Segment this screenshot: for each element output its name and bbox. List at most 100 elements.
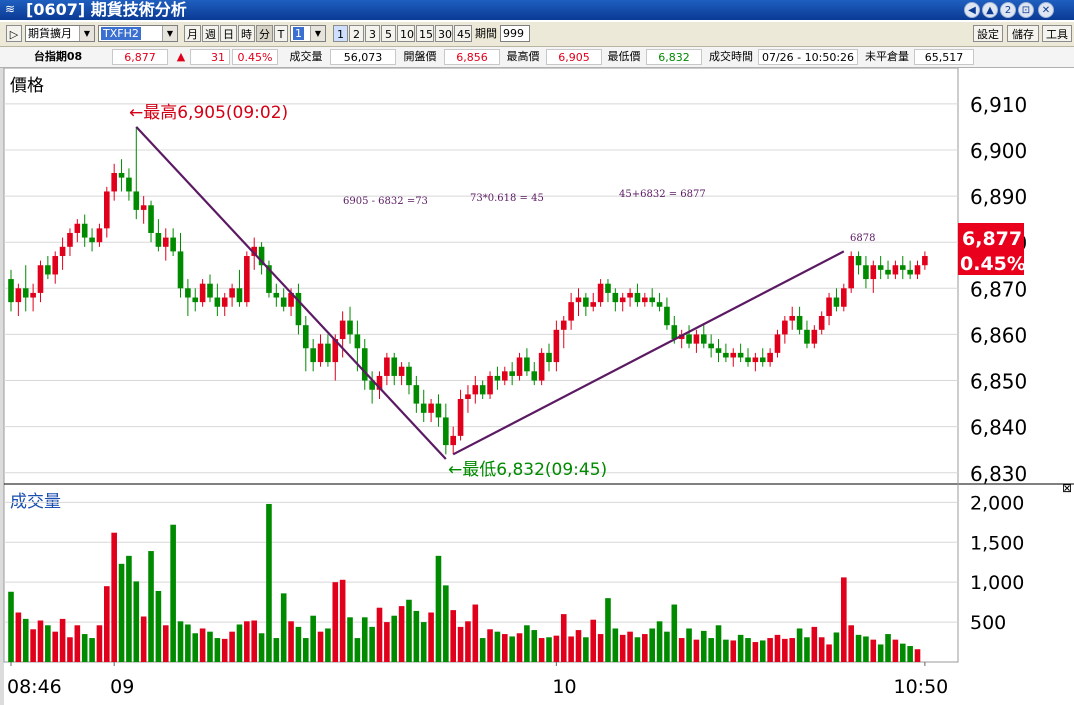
minute-45-button[interactable]: 45 (454, 25, 472, 42)
volume-bar (538, 638, 545, 662)
candle-body (501, 371, 508, 381)
time-tick-label: 10:50 (893, 676, 948, 698)
period-week-button[interactable]: 週 (202, 25, 219, 42)
quote-price: 6,877 (112, 49, 168, 65)
volume-value: 56,073 (330, 49, 396, 65)
count-label: 期間 (475, 27, 497, 40)
volume-bar (575, 630, 582, 662)
help-window-button[interactable]: 2 (1000, 2, 1016, 18)
candle-body (303, 325, 309, 349)
candle-body (708, 343, 714, 349)
close-window-button[interactable]: ✕ (1038, 2, 1054, 18)
candle-body (192, 297, 199, 303)
symbol-select[interactable]: TXFH2 ▼ (98, 25, 178, 42)
save-button[interactable]: 儲存 (1007, 25, 1039, 42)
minute-15-button[interactable]: 15 (416, 25, 434, 42)
settings-button[interactable]: 設定 (973, 25, 1003, 42)
minute-2-button[interactable]: 2 (349, 25, 364, 42)
volume-bar (546, 637, 552, 662)
time-tick-label: 09 (110, 676, 134, 698)
period-minute-button[interactable]: 分 (256, 25, 273, 42)
volume-bar (914, 649, 921, 662)
volume-bar (192, 633, 199, 662)
period-hour-button[interactable]: 時 (238, 25, 255, 42)
candle-body (104, 191, 110, 229)
interval-select[interactable]: 1 ▼ (290, 25, 326, 42)
volume-bar (347, 617, 353, 662)
candle-body (516, 357, 523, 376)
restore-window-button[interactable]: ⊡ (1018, 2, 1034, 18)
volume-bar (899, 643, 906, 662)
candle-body (524, 357, 530, 372)
volume-bar (435, 555, 442, 662)
quote-bar: 台指期08 6,877 ▲ 31 0.45% 成交量 56,073 開盤價 6,… (0, 47, 1074, 68)
volume-bar (568, 636, 574, 662)
candle-body (199, 283, 206, 303)
product-select-value: 期貨擴月 (28, 27, 72, 40)
candle-body (236, 288, 243, 303)
candle-body (398, 366, 405, 376)
back-window-button[interactable]: ◀ (964, 2, 980, 18)
volume-bar (229, 631, 235, 662)
toolbar: ▷ 期貨擴月 ▼ TXFH2 ▼ 月 週 日 時 分 T 1 ▼ 1 2 3 5… (0, 22, 1074, 47)
price-chart[interactable]: 價格 成交量 ←最高6,905(09:02) ←最低6,832(09:45) 6… (0, 68, 1074, 705)
candle-body (67, 232, 73, 247)
candle-body (796, 315, 803, 330)
price-tick-label: 6,860 (970, 323, 1027, 347)
candle-body (413, 385, 420, 404)
candle-body (435, 403, 442, 418)
tools-button[interactable]: 工具 (1042, 25, 1072, 42)
low-annotation: ←最低6,832(09:45) (448, 460, 607, 480)
candle-body (560, 320, 567, 330)
volume-bar (361, 617, 368, 662)
product-select[interactable]: 期貨擴月 ▼ (25, 25, 95, 42)
volume-bar (89, 638, 95, 662)
minute-5-button[interactable]: 5 (381, 25, 396, 42)
volume-bar (774, 634, 781, 662)
volume-bar (22, 618, 29, 662)
candle-body (737, 352, 744, 358)
count-input[interactable]: 999 (500, 25, 530, 42)
volume-bar (767, 638, 773, 662)
volume-bar (612, 628, 619, 662)
period-tick-button[interactable]: T (274, 25, 288, 42)
candle-body (848, 256, 854, 289)
volume-bar (443, 585, 449, 662)
candle-body (89, 237, 95, 243)
volume-bar (339, 579, 346, 662)
minute-1-button[interactable]: 1 (333, 25, 348, 42)
minute-10-button[interactable]: 10 (397, 25, 415, 42)
up-window-button[interactable]: ▲ (982, 2, 998, 18)
candle-body (325, 343, 331, 363)
open-value: 6,856 (444, 49, 500, 65)
interval-select-value: 1 (293, 27, 304, 40)
volume-bar (295, 626, 302, 662)
volume-bar (634, 637, 641, 662)
volume-bar (74, 625, 81, 662)
candle-body (354, 334, 361, 349)
volume-bar (605, 598, 611, 662)
minute-30-button[interactable]: 30 (435, 25, 453, 42)
candle-body (612, 292, 619, 303)
period-day-button[interactable]: 日 (220, 25, 237, 42)
volume-bar (8, 591, 14, 662)
open-interest-value: 65,517 (914, 49, 974, 65)
price-tick-label: 6,870 (970, 277, 1027, 301)
volume-bar (700, 630, 707, 662)
candle-body (693, 334, 700, 344)
minute-3-button[interactable]: 3 (365, 25, 380, 42)
volume-bar (162, 625, 169, 662)
period-month-button[interactable]: 月 (184, 25, 201, 42)
candle-body (487, 375, 493, 395)
quote-change-pct: 0.45% (232, 49, 278, 65)
volume-bar (177, 621, 184, 662)
volume-bar (148, 551, 154, 662)
play-icon[interactable]: ▷ (6, 25, 22, 42)
candle-body (148, 205, 154, 233)
close-icon[interactable]: ⊠ (1062, 481, 1072, 495)
volume-bar (671, 604, 678, 662)
calc-fib-annotation: 73*0.618 = 45 (470, 193, 544, 204)
volume-bar (892, 639, 899, 662)
volume-bar (782, 638, 788, 662)
volume-bar (15, 612, 22, 662)
